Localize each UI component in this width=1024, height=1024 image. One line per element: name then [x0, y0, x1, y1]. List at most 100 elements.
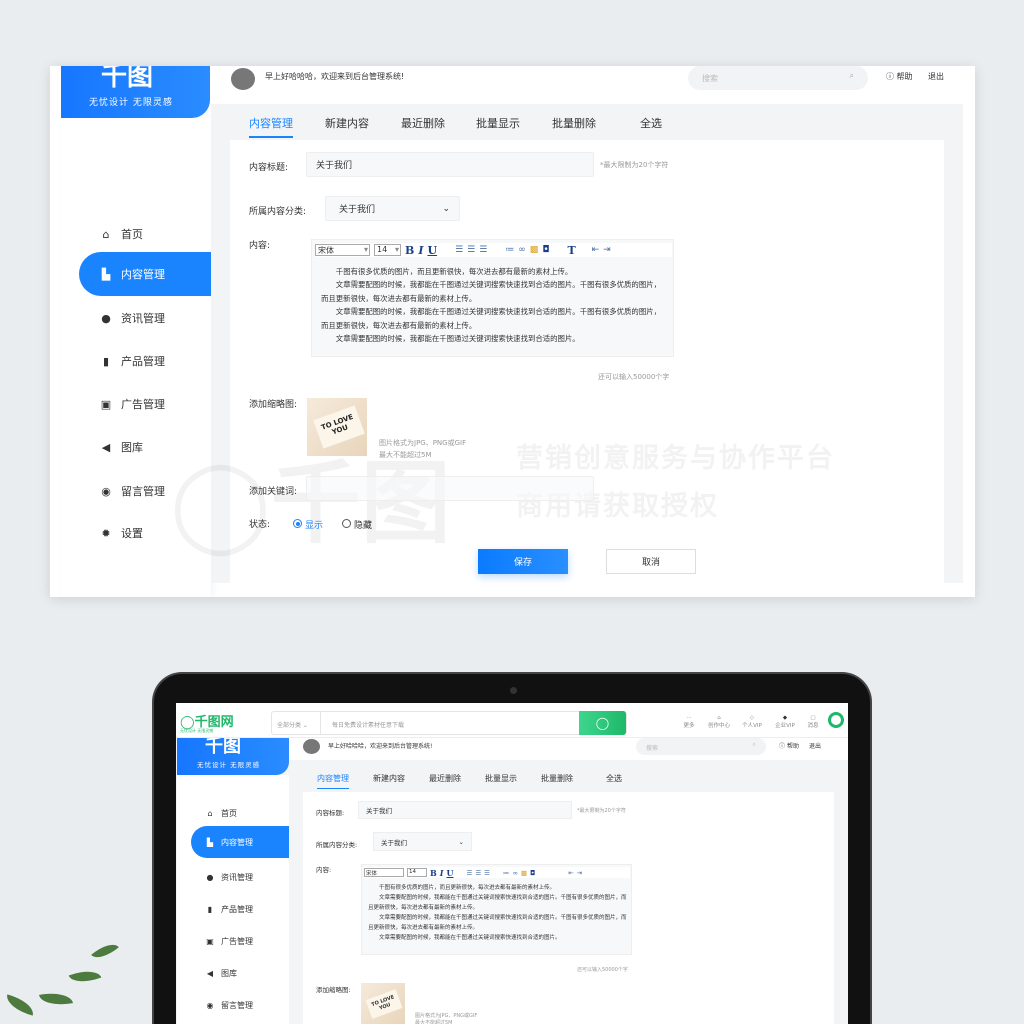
image-icon[interactable]: ▩ — [521, 869, 527, 877]
link-icon[interactable]: ∞ — [518, 245, 526, 255]
sidebar-item-home[interactable]: ⌂ 首页 — [191, 797, 289, 829]
indent-icon[interactable]: ⇤ — [592, 245, 600, 255]
category-select[interactable]: 关于我们 ⌄ — [325, 196, 460, 221]
tab-select-all[interactable]: 全选 — [640, 115, 662, 131]
sidebar-item-content[interactable]: ▙ 内容管理 — [79, 252, 211, 296]
tab-batch-delete[interactable]: 批量删除 — [552, 115, 596, 131]
sidebar-item-news[interactable]: ● 资讯管理 — [191, 861, 289, 893]
list-icon[interactable]: ≔ — [503, 869, 510, 877]
video-icon[interactable]: ◘ — [530, 869, 535, 877]
radio-hide[interactable] — [342, 519, 351, 528]
align-right-icon[interactable]: ☰ — [484, 869, 490, 877]
keyword-input[interactable] — [306, 476, 594, 501]
size-select[interactable]: 14 — [407, 868, 427, 877]
cancel-button[interactable]: 取消 — [606, 549, 696, 574]
editor-content[interactable]: 千图有很多优质的图片，而且更新很快，每次进去都有最新的素材上传。 文章需要配图的… — [368, 883, 628, 943]
tab-batch-show[interactable]: 批量显示 — [476, 115, 520, 131]
thumbnail-pillow-text: TO LOVE YOU — [313, 405, 365, 449]
search-input[interactable]: 搜索 ⌕ — [688, 66, 868, 90]
sidebar-item-gallery[interactable]: ◀ 图库 — [79, 425, 211, 469]
radio-show[interactable] — [293, 519, 302, 528]
underline-icon[interactable]: U — [427, 244, 437, 257]
creator-center[interactable]: ⌂ 创作中心 — [704, 715, 734, 729]
messages[interactable]: ▢ 消息 — [798, 715, 828, 729]
link-icon[interactable]: ∞ — [512, 869, 517, 877]
label: 企业VIP — [775, 723, 795, 729]
logout-link[interactable]: 退出 — [809, 741, 821, 750]
align-right-icon[interactable]: ☰ — [479, 245, 487, 255]
italic-icon[interactable]: I — [440, 868, 444, 878]
italic-icon[interactable]: I — [418, 244, 423, 257]
save-button[interactable]: 保存 — [478, 549, 568, 574]
font-select[interactable]: 宋体 ▾ — [315, 244, 370, 256]
content-label: 内容: — [249, 241, 271, 251]
size-select[interactable]: 14 ▾ — [374, 244, 401, 256]
avatar[interactable] — [303, 739, 320, 754]
underline-icon[interactable]: U — [447, 868, 454, 878]
tab-new-content[interactable]: 新建内容 — [325, 115, 369, 131]
camera — [510, 687, 517, 694]
site-search-button[interactable]: ◯ — [579, 711, 626, 735]
font-select[interactable]: 宋体 — [364, 868, 404, 877]
category-select[interactable]: 关于我们 ⌄ — [373, 832, 472, 851]
rich-text-editor[interactable]: 宋体 ▾ 14 ▾ B I U ☰ ☰ ☰ ≔ ∞ ▩ ◘ T ⇤ ⇥ 千图有很多优… — [311, 239, 674, 357]
sidebar-item-products[interactable]: ▮ 产品管理 — [191, 893, 289, 925]
personal-vip[interactable]: ◇ 个人VIP — [737, 715, 767, 729]
title-input[interactable]: 关于我们 — [306, 152, 594, 177]
tab-select-all[interactable]: 全选 — [606, 773, 622, 784]
search-icon[interactable]: ⌕ — [850, 71, 854, 81]
image-icon[interactable]: ▩ — [530, 245, 539, 255]
sidebar-item-products[interactable]: ▮ 产品管理 — [79, 339, 211, 383]
bold-icon[interactable]: B — [405, 244, 414, 257]
editor-content[interactable]: 千图有很多优质的图片，而且更新很快，每次进去都有最新的素材上传。 文章需要配图的… — [321, 265, 667, 345]
sidebar-item-content[interactable]: ▙ 内容管理 — [191, 826, 289, 858]
category-dropdown[interactable]: 全部分类 ⌄ — [277, 720, 308, 729]
tab-new-content[interactable]: 新建内容 — [373, 773, 405, 784]
help-link[interactable]: ⓘ 帮助 — [779, 741, 799, 750]
site-search-input[interactable]: 每日免费设计素材任意下载 — [332, 720, 404, 729]
help-icon: ⓘ — [886, 72, 894, 81]
tab-content-management[interactable]: 内容管理 — [317, 773, 349, 789]
logout-link[interactable]: 退出 — [928, 71, 944, 82]
align-center-icon[interactable]: ☰ — [475, 869, 481, 877]
rich-text-editor[interactable]: 宋体 14 B I U ☰ ☰ ☰ ≔ ∞ ▩ ◘ ⇤ ⇥ 千图有很多优质的图片… — [361, 864, 632, 955]
label: 产品管理 — [221, 904, 253, 914]
help-link[interactable]: ⓘ 帮助 — [886, 71, 913, 82]
align-left-icon[interactable]: ☰ — [455, 245, 463, 255]
sidebar-item-gallery[interactable]: ◀ 图库 — [191, 957, 289, 989]
tab-content-management[interactable]: 内容管理 — [249, 115, 293, 138]
sidebar-item-ads[interactable]: ▣ 广告管理 — [79, 382, 211, 426]
more-menu[interactable]: ··· 更多 — [674, 715, 704, 729]
search-icon[interactable]: ⌕ — [753, 741, 756, 749]
user-avatar[interactable] — [828, 712, 844, 728]
bold-icon[interactable]: B — [430, 868, 437, 878]
editor-toolbar: 宋体 14 B I U ☰ ☰ ☰ ≔ ∞ ▩ ◘ ⇤ ⇥ — [364, 867, 630, 878]
sidebar-item-messages[interactable]: ◉ 留言管理 — [79, 469, 211, 513]
outdent-icon[interactable]: ⇥ — [577, 869, 582, 877]
sidebar-item-news[interactable]: ● 资讯管理 — [79, 296, 211, 340]
video-icon[interactable]: ◘ — [542, 245, 549, 255]
tab-batch-delete[interactable]: 批量删除 — [541, 773, 573, 784]
indent-icon[interactable]: ⇤ — [568, 869, 573, 877]
outdent-icon[interactable]: ⇥ — [603, 245, 611, 255]
align-left-icon[interactable]: ☰ — [467, 869, 473, 877]
list-icon[interactable]: ≔ — [505, 245, 514, 255]
sidebar-item-home[interactable]: ⌂ 首页 — [79, 212, 211, 256]
paragraph: 文章需要配图的时候，我都能在千图通过关键词搜索快速找到合适的图片。 — [335, 334, 580, 344]
tab-batch-show[interactable]: 批量显示 — [485, 773, 517, 784]
text-style-icon[interactable]: T — [567, 244, 575, 257]
sidebar-item-ads[interactable]: ▣ 广告管理 — [191, 925, 289, 957]
tab-recently-deleted[interactable]: 最近删除 — [429, 773, 461, 784]
sidebar-item-messages[interactable]: ◉ 留言管理 — [191, 989, 289, 1021]
sidebar-item-settings[interactable]: ✹ 设置 — [79, 511, 211, 555]
laptop-header: 早上好哈哈哈，欢迎来到后台管理系统! 搜索 ⌕ ⓘ 帮助 退出 — [289, 738, 848, 760]
thumbnail-image[interactable]: TO LOVE YOU — [361, 983, 405, 1024]
avatar[interactable] — [231, 68, 255, 90]
thumbnail-image[interactable]: TO LOVE YOU — [307, 398, 367, 456]
laptop-form-panel: 内容标题: 关于我们 *最大限制为20个字符 所属内容分类: 关于我们 ⌄ 内容:… — [303, 792, 834, 1024]
align-center-icon[interactable]: ☰ — [467, 245, 475, 255]
enterprise-vip[interactable]: ◆ 企业VIP — [770, 715, 800, 729]
search-input[interactable]: 搜索 ⌕ — [636, 738, 766, 755]
title-input[interactable]: 关于我们 — [358, 801, 572, 819]
tab-recently-deleted[interactable]: 最近删除 — [401, 115, 445, 131]
